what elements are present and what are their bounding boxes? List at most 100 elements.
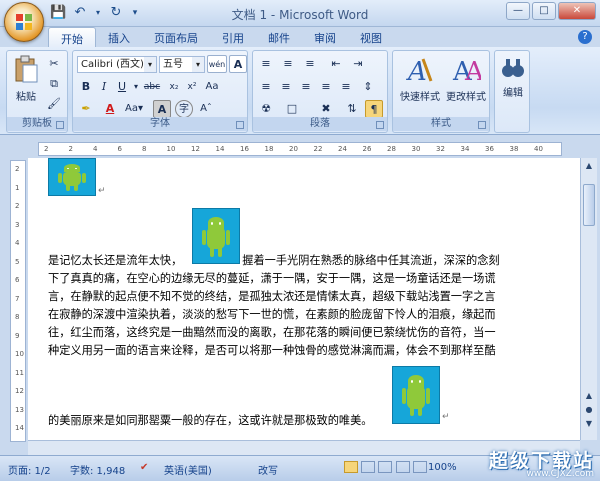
tab-view[interactable]: 视图	[348, 27, 394, 47]
minimize-button[interactable]: —	[506, 2, 530, 20]
borders-icon[interactable]: □	[283, 100, 301, 118]
justify-icon[interactable]: ≡	[317, 78, 335, 96]
page-count[interactable]: 页面: 1/2	[8, 462, 51, 477]
font-size-combo[interactable]: 五号 ▾	[159, 56, 205, 73]
editing-button[interactable]: 编辑	[497, 55, 529, 99]
tab-home[interactable]: 开始	[48, 27, 96, 47]
font-name-combo[interactable]: Calibri (西文) ▾	[77, 56, 157, 73]
binoculars-icon	[502, 59, 524, 77]
paste-button[interactable]: 粘贴	[11, 55, 41, 103]
ruler-tick-label: 36	[485, 145, 494, 153]
distributed-icon[interactable]: ≡	[337, 78, 355, 96]
subscript-icon[interactable]: x₂	[165, 78, 183, 96]
document-page[interactable]: ↵ 是记忆太长还是流年太快， 握着一手光阴在熟悉的脉络中任其流逝，深深的念刻 下了…	[28, 158, 580, 440]
browse-object-icon[interactable]: ●	[583, 404, 595, 416]
align-left-icon[interactable]: ≡	[257, 78, 275, 96]
superscript-icon[interactable]: x²	[183, 78, 201, 96]
scroll-thumb[interactable]	[583, 184, 595, 226]
draft-view-icon[interactable]	[412, 461, 427, 473]
site-watermark: 超级下载站 www.CJXZ.com	[489, 446, 594, 479]
full-screen-view-icon[interactable]	[361, 461, 376, 473]
numbering-icon[interactable]: ≡	[279, 55, 297, 73]
italic-icon[interactable]: I	[95, 78, 113, 96]
text-line: 言，在静默的起点便不知不觉的终结，是孤独太浓还是情愫太真，超级下载站浅置一字之言	[48, 290, 496, 303]
proofing-icon[interactable]: ✔	[140, 462, 148, 473]
office-button[interactable]	[4, 2, 44, 42]
chinese-layout-icon[interactable]: ✖	[317, 100, 335, 118]
web-layout-view-icon[interactable]	[378, 461, 393, 473]
format-painter-icon[interactable]: 🖌	[45, 95, 63, 113]
copy-icon[interactable]: ⧉	[45, 75, 63, 93]
font-size-value: 五号	[163, 59, 183, 70]
ruler-tick-label: 2	[15, 202, 20, 210]
grow-font-icon[interactable]: Aˆ	[197, 100, 215, 118]
tab-references[interactable]: 引用	[210, 27, 256, 47]
ruler-tick-label: 32	[436, 145, 445, 153]
window-controls: — □ ✕	[506, 2, 596, 20]
clipboard-launcher-icon[interactable]	[56, 121, 64, 129]
chevron-down-icon[interactable]: ▾	[192, 57, 204, 72]
vertical-scrollbar[interactable]: ▲ ▲ ● ▼	[580, 158, 597, 440]
multilevel-list-icon[interactable]: ≡	[301, 55, 319, 73]
tab-insert[interactable]: 插入	[96, 27, 142, 47]
scroll-up-icon[interactable]: ▲	[583, 160, 595, 172]
cut-icon[interactable]: ✂	[45, 55, 63, 73]
bullets-icon[interactable]: ≡	[257, 55, 275, 73]
decrease-indent-icon[interactable]: ⇤	[327, 55, 345, 73]
line-spacing-icon[interactable]: ⇕	[359, 78, 377, 96]
align-center-icon[interactable]: ≡	[277, 78, 295, 96]
paragraph-mark: ↵	[98, 186, 106, 196]
tab-page-layout[interactable]: 页面布局	[142, 27, 210, 47]
outline-view-icon[interactable]	[395, 461, 410, 473]
maximize-button[interactable]: □	[532, 2, 556, 20]
quick-styles-icon: A	[406, 57, 433, 87]
ruler-tick-label: 5	[15, 257, 20, 266]
show-hide-marks-icon[interactable]: ¶	[365, 100, 383, 118]
sort-icon[interactable]: ⇅	[343, 100, 361, 118]
phonetic-guide-button[interactable]: wén	[207, 55, 227, 73]
character-shading-icon[interactable]: A	[153, 100, 171, 118]
close-button[interactable]: ✕	[558, 2, 596, 20]
android-robot-image[interactable]	[48, 158, 96, 196]
bold-icon[interactable]: B	[77, 78, 95, 96]
tab-review[interactable]: 审阅	[302, 27, 348, 47]
font-color-icon[interactable]: A	[101, 100, 119, 118]
next-page-icon[interactable]: ▼	[583, 418, 595, 430]
help-icon[interactable]: ?	[578, 30, 592, 44]
quick-styles-button[interactable]: A 快速样式	[397, 55, 443, 103]
change-styles-icon: A A	[452, 57, 485, 87]
underline-dropdown-icon[interactable]: ▾	[131, 78, 141, 96]
print-layout-view-icon[interactable]	[344, 461, 358, 473]
ruler-tick-label: 4	[15, 239, 20, 247]
ruler-tick-label: 13	[15, 405, 24, 414]
language-indicator[interactable]: 英语(美国)	[164, 462, 212, 477]
paragraph-launcher-icon[interactable]	[376, 121, 384, 129]
ruler-tick-label: 16	[240, 145, 249, 153]
change-case-icon[interactable]: Aa▾	[123, 100, 145, 118]
tab-mailings[interactable]: 邮件	[256, 27, 302, 47]
vertical-ruler[interactable]: 2 1 2 3 4 5 6 7 8 9 10 11 12 13 14	[10, 160, 26, 442]
change-styles-button[interactable]: A A 更改样式	[443, 55, 489, 103]
styles-launcher-icon[interactable]	[478, 121, 486, 129]
previous-page-icon[interactable]: ▲	[583, 390, 595, 402]
overtype-indicator[interactable]: 改写	[258, 462, 278, 477]
align-right-icon[interactable]: ≡	[297, 78, 315, 96]
horizontal-ruler[interactable]: 2 2 4 6 8 10 12 14 16 18 20 22 24 26 28 30 32 34 36 38 40	[0, 140, 600, 158]
font-group: Calibri (西文) ▾ 五号 ▾ wén A B I U ▾ abc x₂…	[72, 50, 248, 133]
editing-label: 编辑	[503, 88, 523, 99]
shading-icon[interactable]: ☢	[257, 100, 275, 118]
chevron-down-icon[interactable]: ▾	[144, 57, 156, 72]
character-border-button[interactable]: A	[229, 55, 247, 73]
underline-icon[interactable]: U	[113, 78, 131, 96]
strikethrough-icon[interactable]: abc	[143, 78, 161, 96]
highlight-icon[interactable]: ✒	[77, 100, 95, 118]
font-launcher-icon[interactable]	[236, 121, 244, 129]
ruler-tick-label: 38	[509, 145, 519, 153]
zoom-level[interactable]: 100%	[428, 462, 457, 473]
word-count[interactable]: 字数: 1,948	[70, 462, 125, 477]
increase-indent-icon[interactable]: ⇥	[349, 55, 367, 73]
enclose-characters-icon[interactable]: 字	[175, 100, 193, 118]
paragraph-group-label: 段落	[253, 117, 387, 131]
clear-format-icon[interactable]: Aa	[203, 78, 221, 96]
ruler-tick-label: 34	[460, 145, 470, 153]
